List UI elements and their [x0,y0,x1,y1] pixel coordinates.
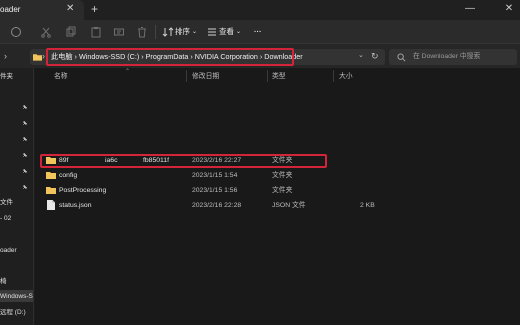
paste-icon[interactable] [90,26,102,38]
file-name: config [59,172,78,179]
new-item-icon[interactable] [10,26,22,38]
copy-icon[interactable] [65,26,77,38]
file-name: PostProcessing [59,187,107,194]
command-bar: 排序 ⌄ 查看 ⌄ ··· [0,20,520,44]
view-icon [208,28,216,36]
sort-chevron-down-icon: ⌄ [192,29,198,35]
toolbar-divider [155,25,156,39]
folder-icon [46,187,56,194]
search-placeholder: 在 Downloader 中搜索 [413,53,481,60]
sidebar-item-label[interactable]: Windows-SSD [0,292,33,301]
file-modified: 2023/1/15 1:56 [192,187,238,194]
tab-title: oader [0,5,21,14]
address-dropdown-icon[interactable]: ⌄ [358,51,364,61]
file-size: 2 KB [360,202,375,209]
sort-button[interactable]: 排序 [175,26,190,38]
sidebar-item-label[interactable]: 件夹 [0,72,13,81]
delete-icon[interactable] [136,26,148,38]
view-chevron-down-icon: ⌄ [236,29,242,35]
tab-bar: oader ✕ + — ✕ [0,0,520,20]
file-type: 文件夹 [272,187,293,194]
column-header-modified[interactable]: 修改日期 [192,72,219,81]
pin-icon [22,152,28,158]
column-divider[interactable] [333,70,334,82]
sidebar-item-label[interactable]: 文件 [0,198,13,207]
new-tab-icon[interactable]: + [91,2,98,16]
more-options-button[interactable]: ··· [254,26,262,38]
pin-icon [22,120,28,126]
file-type: JSON 文件 [272,202,306,209]
sidebar-item-label[interactable]: 远程 (D:) [0,308,26,317]
pin-icon [22,184,28,190]
tab-close-icon[interactable]: ✕ [66,3,74,15]
pin-icon [22,168,28,174]
table-row[interactable]: status.json 2023/2/16 22:28 JSON 文件 2 KB [35,198,520,213]
column-header-type[interactable]: 类型 [272,72,286,81]
row-highlight-box [40,154,327,168]
breadcrumb-chevron-icon[interactable]: › [42,51,45,61]
column-divider[interactable] [186,70,187,82]
refresh-icon[interactable]: ↻ [371,51,379,62]
file-name: status.json [59,202,92,209]
tab-downloader[interactable]: oader ✕ [0,0,84,20]
json-file-icon [47,200,55,210]
table-row[interactable]: config 2023/1/15 1:54 文件夹 [35,168,520,183]
file-list: ⌃ 名称 修改日期 类型 大小 89f ia6c fb85011f 2023/2… [35,68,520,325]
navigation-pane: 件夹 文件 - 02 oader 椅 Windows-SSD 远程 (D:) [0,68,34,325]
table-row[interactable]: PostProcessing 2023/1/15 1:56 文件夹 [35,183,520,198]
sidebar-item-label[interactable]: 椅 [0,277,7,286]
file-modified: 2023/1/15 1:54 [192,172,238,179]
sidebar-item-label[interactable]: oader [0,246,17,255]
sort-caret-icon: ⌃ [125,69,131,75]
column-header-size[interactable]: 大小 [339,72,353,81]
sort-icon [162,27,174,37]
column-divider[interactable] [267,70,268,82]
close-window-icon[interactable]: ✕ [502,2,516,16]
folder-icon [46,172,56,179]
chevron-right-icon[interactable]: › [4,51,7,61]
address-highlight-box [46,48,294,66]
folder-icon [33,54,42,61]
cut-icon[interactable] [40,26,52,38]
pin-icon [22,104,28,110]
pin-icon [22,136,28,142]
search-icon [397,53,406,62]
minimize-icon[interactable]: — [463,2,477,16]
rename-icon[interactable] [113,26,125,38]
file-modified: 2023/2/16 22:28 [192,202,242,209]
view-button[interactable]: 查看 [219,26,234,38]
file-type: 文件夹 [272,172,293,179]
column-header-name[interactable]: 名称 [54,72,68,81]
sidebar-item-label[interactable]: - 02 [0,214,11,223]
address-row: › › 此电脑 › Windows-SSD (C:) › ProgramData… [0,44,520,68]
